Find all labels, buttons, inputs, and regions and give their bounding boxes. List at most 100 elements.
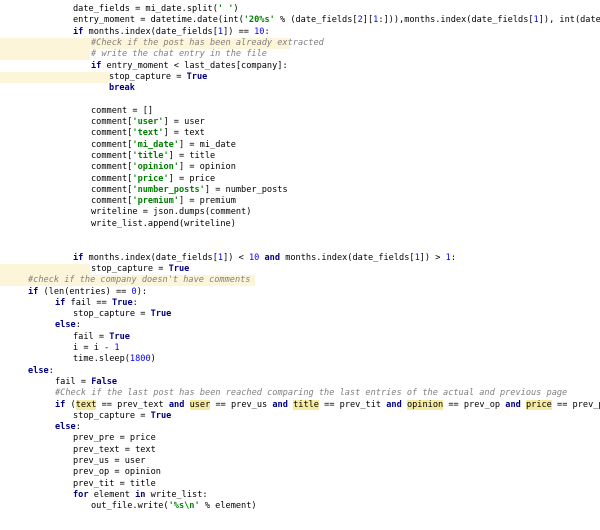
code-line[interactable]: fail = True — [0, 332, 600, 343]
string-token: 'mi_date' — [132, 139, 179, 150]
code-token: date_fields = mi_date.split( — [73, 4, 218, 14]
line-content: if entry_moment < last_dates[company]: — [0, 61, 288, 71]
code-token: ]) == — [223, 26, 255, 37]
code-token: == prev_us — [210, 399, 273, 410]
keyword-token: True — [109, 331, 130, 342]
line-content: if months.index(date_fields[1]) < 10 and… — [0, 253, 456, 263]
code-token: months.index(date_fields[ — [83, 26, 218, 37]
code-token: months.index(date_fields[ — [280, 252, 415, 263]
code-line[interactable]: out_file.write('%s\n' % element) — [0, 501, 600, 512]
code-line[interactable]: stop_capture = True — [0, 309, 600, 320]
code-token: ] = opinion — [178, 162, 236, 173]
code-token: : — [48, 365, 54, 376]
code-line[interactable]: comment['premium'] = premium — [0, 196, 600, 207]
line-content — [0, 241, 28, 251]
line-content: out_file.write('%s\n' % element) — [0, 501, 257, 511]
keyword-token: True — [150, 410, 172, 421]
code-token: fail == — [65, 297, 112, 308]
code-token: : — [450, 252, 456, 263]
number-token: 10 — [248, 252, 260, 263]
code-line[interactable] — [0, 94, 600, 105]
line-content: date_fields = mi_date.split(' ') — [0, 4, 239, 14]
code-line[interactable]: stop_capture = True — [0, 263, 600, 276]
code-token: comment[ — [91, 173, 133, 184]
code-line[interactable]: #Check if the post has been already extr… — [0, 37, 600, 50]
code-line[interactable]: comment['user'] = user — [0, 117, 600, 128]
code-line[interactable]: comment['mi_date'] = mi_date — [0, 140, 600, 151]
code-line[interactable]: else: — [0, 320, 600, 331]
code-line[interactable]: date_fields = mi_date.split(' ') — [0, 4, 600, 15]
code-line[interactable]: comment['title'] = title — [0, 151, 600, 162]
code-line[interactable]: else: — [0, 422, 600, 433]
code-token: ] = text — [163, 128, 205, 139]
code-line[interactable]: #check if the company doesn't have comme… — [0, 275, 600, 287]
line-content: stop_capture = True — [0, 411, 171, 421]
code-line[interactable]: prev_tit = title — [0, 479, 600, 490]
code-token: % element) — [199, 501, 257, 512]
code-line[interactable]: else: — [0, 366, 600, 377]
code-line[interactable]: prev_text = text — [0, 445, 600, 456]
line-content: time.sleep(1800) — [0, 354, 156, 364]
line-content: stop_capture = True — [0, 72, 207, 82]
line-content — [0, 94, 28, 104]
code-line[interactable]: entry_moment = datetime.date(int('20%s' … — [0, 15, 600, 26]
code-line[interactable]: if months.index(date_fields[1]) < 10 and… — [0, 253, 600, 264]
line-content: comment['user'] = user — [0, 117, 205, 127]
line-content: comment = [] — [0, 106, 153, 116]
code-line[interactable]: prev_op = opinion — [0, 467, 600, 478]
keyword-token: if — [55, 399, 66, 410]
code-token: ] = price — [168, 173, 216, 184]
keyword-token: if — [91, 60, 102, 71]
code-line[interactable]: # write the chat entry in the file — [0, 49, 600, 61]
code-line[interactable]: if fail == True: — [0, 298, 600, 309]
line-content: stop_capture = True — [0, 309, 171, 319]
code-line[interactable]: stop_capture = True — [0, 71, 600, 84]
code-line[interactable]: comment = [] — [0, 106, 600, 117]
code-token: months.index(date_fields[ — [83, 252, 218, 263]
code-line[interactable]: time.sleep(1800) — [0, 354, 600, 365]
code-token: == prev_tit — [318, 399, 387, 410]
code-line[interactable]: break — [0, 83, 600, 94]
line-content: fail = True — [0, 332, 130, 342]
number-token: 1 — [114, 343, 120, 353]
code-line[interactable]: prev_pre = price — [0, 433, 600, 444]
code-token: ]) < — [223, 252, 249, 263]
code-line[interactable]: if entry_moment < last_dates[company]: — [0, 61, 600, 72]
code-line[interactable]: stop_capture = True — [0, 411, 600, 422]
code-line[interactable]: fail = False — [0, 377, 600, 388]
code-line[interactable]: if months.index(date_fields[1]) == 10: — [0, 27, 600, 38]
code-line[interactable]: i = i - 1 — [0, 343, 600, 354]
code-token: comment[ — [91, 128, 133, 139]
code-line[interactable]: prev_us = user — [0, 456, 600, 467]
code-line[interactable]: write_list.append(writeline) — [0, 219, 600, 230]
code-token: entry_moment < last_dates[company]: — [101, 60, 288, 71]
line-content: comment['title'] = title — [0, 151, 215, 161]
code-line[interactable]: comment['text'] = text — [0, 128, 600, 139]
code-line[interactable]: if (len(entries) == 0): — [0, 287, 600, 298]
code-line[interactable]: comment['number_posts'] = number_posts — [0, 185, 600, 196]
keyword-token: True — [168, 263, 190, 274]
code-token: ( — [65, 399, 76, 410]
code-line[interactable]: for element in write_list: — [0, 490, 600, 501]
code-line[interactable] — [0, 230, 600, 241]
code-line[interactable]: if (text == prev_text and user == prev_u… — [0, 399, 600, 411]
code-line[interactable]: comment['price'] = price — [0, 174, 600, 185]
keyword-token: else — [28, 365, 49, 376]
code-token: ]) > — [419, 252, 446, 263]
code-token: write_list: — [145, 489, 208, 500]
line-content: comment['mi_date'] = mi_date — [0, 140, 236, 150]
code-line[interactable] — [0, 241, 600, 252]
code-token: ][ — [362, 15, 374, 26]
code-token: stop_capture = — [91, 263, 169, 274]
code-token: prev_op = opinion — [73, 467, 161, 478]
code-editor[interactable]: date_fields = mi_date.split(' ') entry_mo… — [0, 0, 600, 530]
keyword-token: if — [55, 297, 66, 308]
line-content: stop_capture = True — [0, 264, 189, 274]
code-token: comment[ — [91, 117, 133, 127]
code-line[interactable]: #Check if the last post has been reached… — [0, 388, 600, 399]
string-token: 'user' — [132, 117, 164, 127]
code-line[interactable]: comment['opinion'] = opinion — [0, 162, 600, 173]
line-content: comment['price'] = price — [0, 174, 215, 184]
code-token: stop_capture = — [73, 309, 151, 320]
code-line[interactable]: writeline = json.dumps(comment) — [0, 207, 600, 218]
